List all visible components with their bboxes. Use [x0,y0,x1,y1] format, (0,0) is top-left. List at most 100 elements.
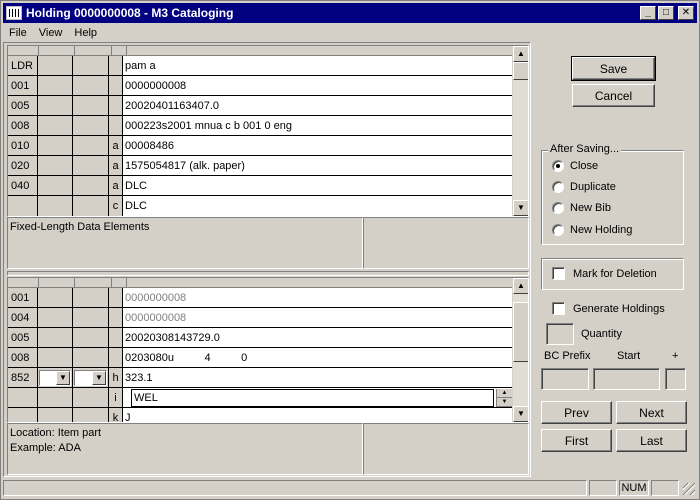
scroll-down-icon[interactable]: ▼ [513,200,528,216]
data-cell[interactable]: 000223s2001 mnua c b 001 0 eng [123,116,512,135]
indicator1-cell[interactable] [38,156,73,175]
indicator1-cell[interactable] [38,76,73,95]
indicator1-cell[interactable] [38,288,73,307]
menu-view[interactable]: View [33,27,69,39]
indicator2-cell[interactable] [73,196,109,216]
table-row[interactable]: 040 a DLC [8,176,512,196]
indicator2-cell[interactable] [73,328,109,347]
tag-cell[interactable]: 852 [8,368,38,387]
subfield-cell[interactable] [109,348,123,367]
data-cell[interactable]: 00008486 [123,136,512,155]
chevron-down-icon[interactable]: ▼ [56,370,70,385]
minimize-button[interactable]: _ [640,6,656,20]
subfield-cell[interactable] [109,96,123,115]
resize-grip-icon[interactable] [683,483,695,495]
indicator1-cell[interactable] [38,308,73,327]
scroll-down-icon[interactable]: ▼ [513,406,528,422]
table-row[interactable]: 004 0000000008 [8,308,512,328]
table-row[interactable]: LDR pam a [8,56,512,76]
scroll-thumb[interactable] [513,62,528,80]
subfield-cell[interactable] [109,308,123,327]
table-row[interactable]: 008 000223s2001 mnua c b 001 0 eng [8,116,512,136]
prev-button[interactable]: Prev [541,401,612,424]
table-row[interactable]: k J [8,408,512,422]
table-row[interactable]: 008 0203080u 4 0 [8,348,512,368]
radio-close[interactable]: Close [552,160,598,172]
menu-file[interactable]: File [3,27,33,39]
indicator1-cell[interactable] [38,96,73,115]
indicator2-cell[interactable] [73,408,109,422]
data-cell[interactable]: pam a [123,56,512,75]
tag-cell[interactable]: 020 [8,156,38,175]
tag-cell[interactable]: 005 [8,96,38,115]
indicator1-cell[interactable] [38,408,73,422]
subfield-edit-input[interactable]: WEL [131,389,494,407]
subfield-cell[interactable] [109,328,123,347]
tag-cell[interactable] [8,196,38,216]
indicator2-cell[interactable] [73,76,109,95]
subfield-cell[interactable] [109,116,123,135]
indicator2-cell[interactable] [73,156,109,175]
scroll-up-icon[interactable]: ▲ [513,46,528,62]
cancel-button[interactable]: Cancel [572,84,655,107]
indicator2-cell[interactable] [73,288,109,307]
chevron-down-icon[interactable]: ▼ [92,370,106,385]
indicator2-cell[interactable] [73,388,109,407]
generate-holdings-checkbox[interactable]: Generate Holdings [552,302,665,315]
tag-cell[interactable]: 010 [8,136,38,155]
title-bar[interactable]: Holding 0000000008 - M3 Cataloging _ □ ✕ [3,3,697,23]
subfield-cell[interactable] [109,288,123,307]
close-button[interactable]: ✕ [678,6,694,20]
radio-new-bib[interactable]: New Bib [552,202,611,214]
bib-grid-scrollbar[interactable]: ▲ ▼ [512,46,528,216]
indicator2-cell[interactable] [73,348,109,367]
data-cell[interactable]: 20020401163407.0 [123,96,512,115]
indicator2-cell[interactable] [73,136,109,155]
data-cell[interactable]: J [123,408,512,422]
indicator2-cell[interactable] [73,308,109,327]
indicator1-cell[interactable] [38,116,73,135]
tag-cell[interactable]: LDR [8,56,38,75]
subfield-cell[interactable]: i [109,388,123,407]
data-cell[interactable]: 0000000008 [123,308,512,327]
tag-cell[interactable]: 001 [8,288,38,307]
indicator1-dropdown[interactable]: ▼ [39,369,71,386]
tag-cell[interactable] [8,388,38,407]
data-cell[interactable]: 0000000008 [123,76,512,95]
indicator2-cell[interactable] [73,96,109,115]
indicator2-cell[interactable]: ▼ [73,368,109,387]
data-cell[interactable]: 323.1 [123,368,512,387]
pane-splitter[interactable] [7,271,529,276]
tag-cell[interactable]: 001 [8,76,38,95]
indicator1-cell[interactable] [38,136,73,155]
indicator2-dropdown[interactable]: ▼ [74,369,107,386]
subfield-cell[interactable]: a [109,156,123,175]
table-row[interactable]: 010 a 00008486 [8,136,512,156]
spin-up-icon[interactable]: ▲ [497,389,512,398]
tag-cell[interactable]: 040 [8,176,38,195]
indicator1-cell[interactable] [38,388,73,407]
menu-help[interactable]: Help [68,27,103,39]
radio-duplicate[interactable]: Duplicate [552,181,616,193]
maximize-button[interactable]: □ [658,6,674,20]
start-input[interactable] [593,368,660,390]
data-cell[interactable]: 1575054817 (alk. paper) [123,156,512,175]
indicator1-cell[interactable] [38,176,73,195]
data-cell[interactable]: 0000000008 [123,288,512,307]
spin-down-icon[interactable]: ▼ [497,398,512,407]
table-row[interactable]: 005 20020308143729.0 [8,328,512,348]
subfield-cell[interactable]: c [109,196,123,216]
radio-button-icon[interactable] [552,181,564,193]
scroll-up-icon[interactable]: ▲ [513,278,528,294]
table-row[interactable]: 005 20020401163407.0 [8,96,512,116]
table-row[interactable]: 001 0000000008 [8,288,512,308]
quantity-input[interactable] [546,323,574,345]
save-button[interactable]: Save [571,56,656,81]
indicator1-cell[interactable]: ▼ [38,368,73,387]
increment-input[interactable] [665,368,686,390]
mark-for-deletion-checkbox[interactable]: Mark for Deletion [552,267,657,280]
indicator2-cell[interactable] [73,116,109,135]
indicator2-cell[interactable] [73,56,109,75]
indicator1-cell[interactable] [38,196,73,216]
table-row[interactable]: 020 a 1575054817 (alk. paper) [8,156,512,176]
